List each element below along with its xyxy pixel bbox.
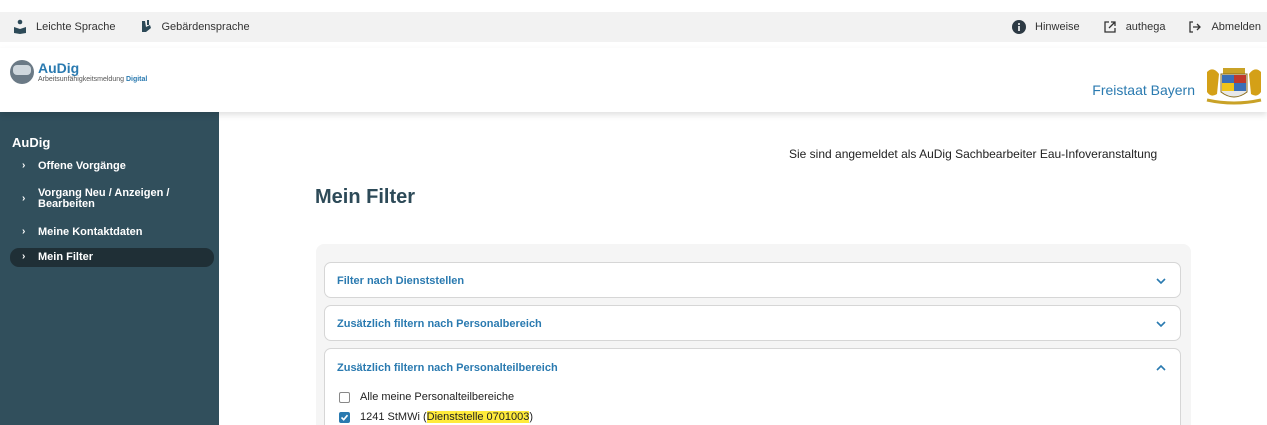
accordion-personnel-area: Zusätzlich filtern nach Personalbereich [324, 305, 1181, 341]
audig-logo[interactable]: AuDig Arbeitsunfähigkeitsmeldung Digital [10, 60, 147, 84]
accordion-title: Zusätzlich filtern nach Personalbereich [337, 318, 542, 330]
accordion-title: Zusätzlich filtern nach Personalteilbere… [337, 362, 558, 374]
chevron-down-icon [1156, 319, 1166, 329]
accordion-title: Filter nach Dienststellen [337, 275, 465, 287]
chevron-right-icon: › [22, 251, 26, 262]
logo-subtitle: Arbeitsunfähigkeitsmeldung Digital [38, 76, 147, 83]
accordion-header[interactable]: Zusätzlich filtern nach Personalbereich [325, 306, 1180, 342]
accordion-header[interactable]: Zusätzlich filtern nach Personalteilbere… [325, 349, 1180, 387]
chevron-right-icon: › [22, 226, 26, 237]
option-label-prefix: 1241 StMWi ( [360, 411, 427, 423]
site-header: AuDig Arbeitsunfähigkeitsmeldung Digital… [0, 48, 1267, 112]
top-bar-inner: Leichte Sprache Gebärdensprache Hinweise [0, 12, 1267, 42]
sidebar-item-my-filter[interactable]: › Mein Filter [10, 248, 214, 267]
accessibility-links: Leichte Sprache Gebärdensprache [0, 19, 250, 35]
user-links: Hinweise authega Abmelden [1011, 19, 1267, 35]
option-all-subareas: Alle meine Personalteilbereiche [325, 387, 1180, 407]
authega-link[interactable]: authega [1102, 19, 1166, 35]
logout-icon [1187, 19, 1203, 35]
logout-label: Abmelden [1211, 21, 1261, 33]
logout-link[interactable]: Abmelden [1187, 19, 1261, 35]
coat-of-arms-icon [1203, 64, 1265, 106]
sidebar-item-open-cases[interactable]: › Offene Vorgänge [0, 160, 219, 188]
authega-label: authega [1125, 21, 1166, 33]
chevron-up-icon [1156, 363, 1166, 373]
option-label-suffix: ) [529, 411, 534, 423]
option-label: Alle meine Personalteilbereiche [360, 391, 515, 403]
logo-title: AuDig [38, 60, 80, 76]
sidebar: AuDig › Offene Vorgänge › Vorgang Neu / … [0, 112, 219, 425]
top-bar: Leichte Sprache Gebärdensprache Hinweise [0, 0, 1267, 48]
audig-logo-icon [10, 60, 34, 84]
external-link-icon [1102, 19, 1118, 35]
checkbox-1241-stmwi[interactable] [339, 411, 350, 423]
chevron-down-icon [1156, 276, 1166, 286]
sign-language-icon [138, 19, 154, 35]
option-label-highlight: Dienststelle 0701003 [426, 411, 530, 423]
accordion-header[interactable]: Filter nach Dienststellen [325, 263, 1180, 299]
logo-text: AuDig Arbeitsunfähigkeitsmeldung Digital [38, 61, 147, 83]
checkbox-all-subareas[interactable] [339, 391, 350, 403]
sidebar-item-case-edit[interactable]: › Vorgang Neu / Anzeigen / Bearbeiten [0, 188, 219, 226]
sidebar-title: AuDig [12, 135, 51, 150]
notes-label: Hinweise [1035, 21, 1080, 33]
chevron-right-icon: › [22, 193, 26, 204]
sign-language-label: Gebärdensprache [161, 21, 250, 33]
option-1241-stmwi: 1241 StMWi (Dienststelle 0701003) [325, 407, 1180, 425]
sidebar-item-label: Offene Vorgänge [38, 160, 126, 172]
logo-subtitle-prefix: Arbeitsunfähigkeitsmeldung [38, 76, 126, 83]
easy-language-link[interactable]: Leichte Sprache [12, 19, 116, 35]
option-label: 1241 StMWi (Dienststelle 0701003) [360, 411, 533, 423]
easy-language-label: Leichte Sprache [36, 21, 116, 33]
sign-language-link[interactable]: Gebärdensprache [138, 19, 250, 35]
login-info: Sie sind angemeldet als AuDig Sachbearbe… [789, 147, 1158, 161]
checkmark-icon [340, 414, 349, 421]
sidebar-item-label: Meine Kontaktdaten [38, 226, 143, 238]
info-icon [1011, 19, 1027, 35]
accordion-departments: Filter nach Dienststellen [324, 262, 1181, 298]
page-title: Mein Filter [315, 186, 416, 208]
sidebar-item-contact-data[interactable]: › Meine Kontaktdaten [0, 226, 219, 248]
accordion-personnel-subarea: Zusätzlich filtern nach Personalteilbere… [324, 348, 1181, 425]
logo-subtitle-emph: Digital [125, 76, 148, 83]
state-name[interactable]: Freistaat Bayern [1092, 82, 1195, 98]
sidebar-item-label: Vorgang Neu / Anzeigen / Bearbeiten [38, 187, 170, 210]
sidebar-item-label: Mein Filter [38, 251, 94, 263]
notes-link[interactable]: Hinweise [1011, 19, 1080, 35]
chevron-right-icon: › [22, 160, 26, 171]
easy-language-icon [12, 19, 28, 35]
